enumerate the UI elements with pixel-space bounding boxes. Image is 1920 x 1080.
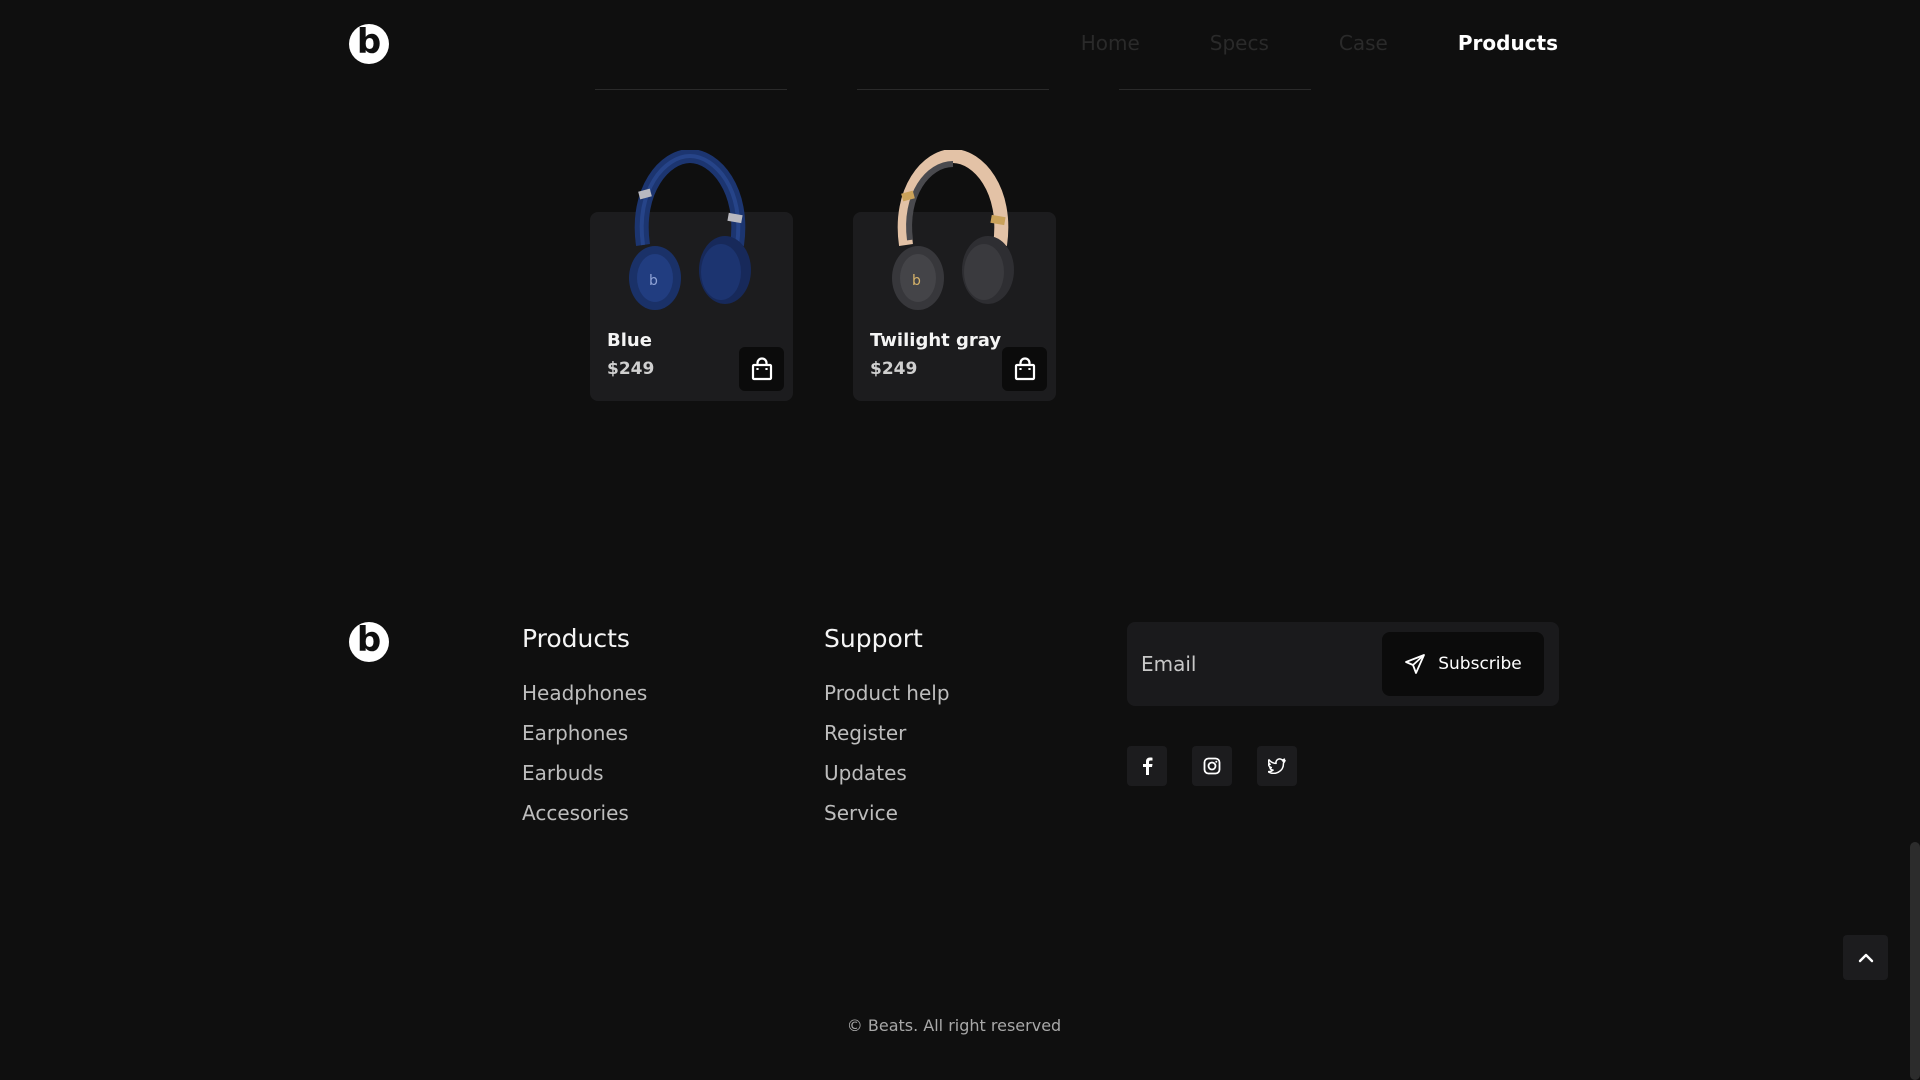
footer-support-column: Support Product help Register Updates Se… bbox=[824, 624, 950, 833]
logo-letter: b bbox=[356, 22, 382, 62]
chevron-up-icon bbox=[1858, 953, 1873, 962]
product-name: Blue bbox=[607, 330, 652, 351]
footer-logo[interactable]: b bbox=[349, 622, 389, 662]
footer-link-earphones[interactable]: Earphones bbox=[522, 713, 647, 753]
product-price: $249 bbox=[607, 359, 655, 379]
subscribe-label: Subscribe bbox=[1438, 654, 1522, 674]
twitter-link[interactable] bbox=[1257, 746, 1297, 786]
page: b Home Specs Case Products b Blue $249 b… bbox=[0, 0, 1920, 1080]
subscribe-button[interactable]: Subscribe bbox=[1382, 632, 1544, 696]
brand-logo[interactable]: b bbox=[349, 24, 389, 64]
email-input[interactable] bbox=[1141, 644, 1361, 684]
tab-line bbox=[1119, 89, 1311, 90]
product-name: Twilight gray bbox=[870, 330, 1002, 351]
headphones-blue-image: b bbox=[629, 150, 751, 310]
nav-case[interactable]: Case bbox=[1339, 31, 1388, 55]
footer-link-service[interactable]: Service bbox=[824, 793, 950, 833]
facebook-link[interactable] bbox=[1127, 746, 1167, 786]
footer-link-updates[interactable]: Updates bbox=[824, 753, 950, 793]
social-links bbox=[1127, 746, 1297, 786]
scrollbar-thumb[interactable] bbox=[1910, 842, 1920, 1080]
copyright-text: © Beats. All right reserved bbox=[846, 1016, 1062, 1035]
scrollbar[interactable] bbox=[1908, 0, 1920, 1080]
footer-support-title: Support bbox=[824, 624, 923, 653]
headphones-twilight-gray-image: b bbox=[892, 150, 1014, 310]
add-to-cart-button[interactable] bbox=[739, 347, 784, 391]
footer-link-accessories[interactable]: Accesories bbox=[522, 793, 647, 833]
footer-link-headphones[interactable]: Headphones bbox=[522, 673, 647, 713]
footer-link-register[interactable]: Register bbox=[824, 713, 950, 753]
twitter-icon bbox=[1268, 758, 1286, 774]
shopping-bag-icon bbox=[751, 357, 772, 381]
instagram-icon bbox=[1203, 757, 1221, 775]
newsletter-form: Subscribe bbox=[1127, 622, 1559, 706]
nav-specs[interactable]: Specs bbox=[1210, 31, 1269, 55]
add-to-cart-button[interactable] bbox=[1002, 347, 1047, 391]
shopping-bag-icon bbox=[1014, 357, 1035, 381]
main-nav: Home Specs Case Products bbox=[1081, 31, 1558, 55]
nav-products[interactable]: Products bbox=[1458, 31, 1558, 55]
footer-link-product-help[interactable]: Product help bbox=[824, 673, 950, 713]
scroll-to-top-button[interactable] bbox=[1843, 935, 1888, 980]
tab-line bbox=[595, 89, 787, 90]
logo-letter: b bbox=[356, 620, 382, 660]
send-icon bbox=[1405, 654, 1426, 674]
instagram-link[interactable] bbox=[1192, 746, 1232, 786]
svg-text:b: b bbox=[912, 273, 921, 289]
svg-text:b: b bbox=[649, 273, 658, 289]
footer-link-earbuds[interactable]: Earbuds bbox=[522, 753, 647, 793]
tab-underlines bbox=[595, 89, 1311, 90]
nav-home[interactable]: Home bbox=[1081, 31, 1140, 55]
product-price: $249 bbox=[870, 359, 918, 379]
footer-products-title: Products bbox=[522, 624, 630, 653]
product-card[interactable]: b Twilight gray $249 bbox=[853, 150, 1056, 401]
facebook-icon bbox=[1143, 757, 1153, 775]
product-card[interactable]: b Blue $249 bbox=[590, 150, 793, 401]
footer-products-column: Products Headphones Earphones Earbuds Ac… bbox=[522, 624, 647, 833]
product-grid: b Blue $249 b Twilight gray $249 bbox=[590, 150, 1056, 401]
tab-line bbox=[857, 89, 1049, 90]
